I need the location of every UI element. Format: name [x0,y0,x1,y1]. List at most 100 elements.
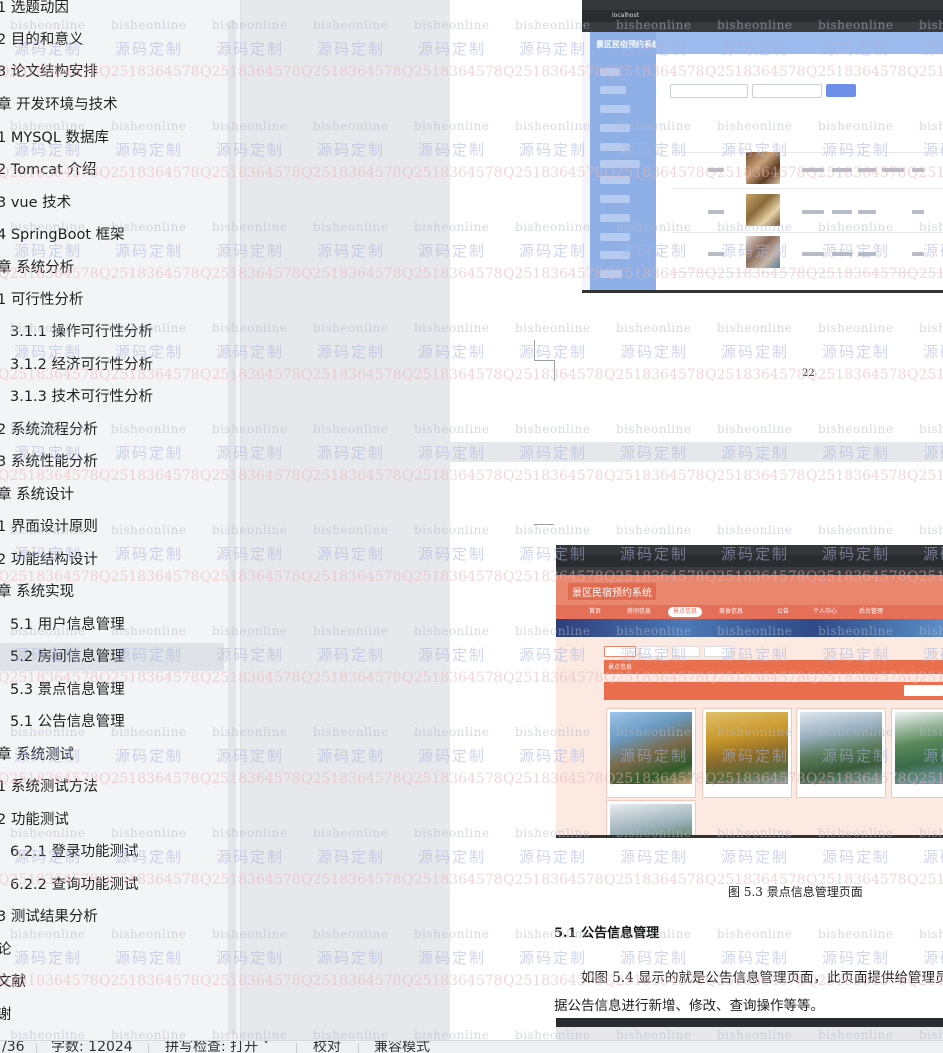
admin-topbar [656,32,943,54]
room-photo [746,236,780,268]
scenic-photo [706,712,788,784]
outline-item[interactable]: 1 可行性分析 [0,286,83,314]
admin-search-input [670,84,748,98]
crop-mark [534,524,554,545]
scenic-card [606,708,696,798]
browser-bookmarks-bar [556,567,943,575]
room-photo [746,152,780,184]
outline-item[interactable]: 3.1.3 技术可行性分析 [10,383,153,411]
page-number: 22 [802,368,815,379]
section-title: 景点信息 [608,664,633,671]
crop-mark [534,340,555,361]
paragraph-line: 如图 5.4 显示的就是公告信息管理页面，此页面提供给管理员 [581,970,943,986]
outline-item[interactable]: 1 系统测试方法 [0,773,98,801]
table-cell [832,252,852,256]
site-nav-tab: 公告 [776,608,789,615]
status-proofing[interactable]: 校对 [313,1041,341,1053]
outline-item[interactable]: 1 选题动因 [0,0,69,22]
outline-item[interactable]: 3 系统性能分析 [0,448,98,476]
outline-item[interactable]: 3 论文结构安排 [0,58,98,86]
scenic-card [606,800,696,835]
admin-table-header-line [672,152,943,153]
outline-item[interactable]: 4 SpringBoot 框架 [0,221,125,249]
outline-item[interactable]: 论 [0,936,12,964]
admin-menu-item [600,270,622,278]
table-cell [802,210,824,214]
outline-item[interactable]: 章 开发环境与技术 [0,91,118,119]
outline-item[interactable]: 2 目的和意义 [0,26,83,54]
admin-menu-item [600,160,640,168]
admin-table-row-line [672,272,943,273]
outline-item[interactable]: 1 MYSQL 数据库 [0,124,109,152]
figure-caption: 图 5.3 景点信息管理页面 [728,885,863,899]
crop-mark [534,360,555,381]
site-nav-tab: 房间信息 [626,608,651,615]
outline-item[interactable]: 3.1.1 操作可行性分析 [10,318,153,346]
outline-item[interactable]: 1 界面设计原则 [0,513,98,541]
admin-menu-item [600,251,630,259]
site-nav-tab: 景点信息 [668,607,702,617]
watermark-text: 源码定制 [620,444,689,462]
table-cell [802,168,824,172]
site-nav-tab: 个人中心 [812,608,837,615]
admin-menu-item [600,214,630,222]
outline-item[interactable]: 谢 [0,1001,12,1029]
figure-top-edge [556,1018,943,1040]
browser-url-bar: localhost [582,10,943,22]
table-cell [858,168,876,172]
admin-menu-item [600,105,630,113]
admin-search-button [826,84,856,97]
status-page-count[interactable]: /36 [2,1041,25,1053]
table-cell [708,252,724,256]
breadcrumb-chip [640,646,668,657]
outline-item[interactable]: 2 功能测试 [0,806,69,834]
scenic-photo [800,712,882,784]
scenic-card [702,708,792,798]
status-bar: /36 字数: 12024 拼写检查: 打开 ˅ 校对 兼容模式 [0,1040,943,1053]
table-cell [858,210,876,214]
outline-item[interactable]: 5.3 景点信息管理 [10,676,125,704]
outline-item[interactable]: 6.2.2 查询功能测试 [10,871,139,899]
breadcrumb-chip [672,646,700,657]
outline-item[interactable]: 5.1 公告信息管理 [10,708,125,736]
paragraph-line: 据公告信息进行新增、修改、查询操作等等。 [554,998,824,1014]
admin-type-select [752,84,822,98]
table-cell [882,168,904,172]
admin-title: 景区民宿预约系统 [596,40,660,49]
outline-item[interactable]: 章 系统分析 [0,254,74,282]
watermark-text: 源码定制 [721,444,790,462]
outline-item[interactable]: 3.1.2 经济可行性分析 [10,351,153,379]
status-spell-check[interactable]: 拼写检查: 打开 ˅ [165,1041,270,1053]
outline-item[interactable]: 2 Tomcat 介绍 [0,156,96,184]
table-cell [832,168,852,172]
scenic-photo [895,712,943,784]
section-title-bar [604,660,943,674]
outline-item[interactable]: 5.2 房间信息管理 [0,643,224,671]
site-banner [556,619,943,637]
outline-item[interactable]: 5.1 用户信息管理 [10,611,125,639]
outline-item[interactable]: 3 测试结果分析 [0,903,98,931]
admin-menu-item [600,86,626,94]
outline-item[interactable]: 6.2.1 登录功能测试 [10,838,139,866]
scenic-card [891,708,943,798]
outline-item[interactable]: 章 系统设计 [0,481,74,509]
outline-item[interactable]: 章 系统测试 [0,741,74,769]
outline-item[interactable]: 文献 [0,968,26,996]
scenic-photo [610,804,692,835]
breadcrumb-chip [704,646,732,657]
outline-item[interactable]: 2 系统流程分析 [0,416,98,444]
table-cell [912,168,924,172]
admin-table-row-line [672,188,943,189]
outline-item[interactable]: 3 vue 技术 [0,189,71,217]
navigation-scrollbar[interactable] [228,20,236,1035]
scenic-photo [610,712,692,784]
front-scenic-screenshot: 景区民宿预约系统 首页 房间信息 景点信息 美食信息 公告 个人中心 后台管理 景点信息 [556,545,943,838]
status-word-count[interactable]: 字数: 12024 [51,1041,133,1053]
navigation-pane: 1 选题动因 2 目的和意义 3 论文结构安排章 开发环境与技术 1 MYSQL 数据… [0,0,241,1040]
table-cell [912,252,924,256]
outline-item[interactable]: 章 系统实现 [0,578,74,606]
table-cell [708,210,724,214]
outline-item[interactable]: 2 功能结构设计 [0,546,98,574]
admin-room-management-screenshot: localhost 景区民宿预约系统 [582,0,943,293]
room-photo [746,194,780,226]
